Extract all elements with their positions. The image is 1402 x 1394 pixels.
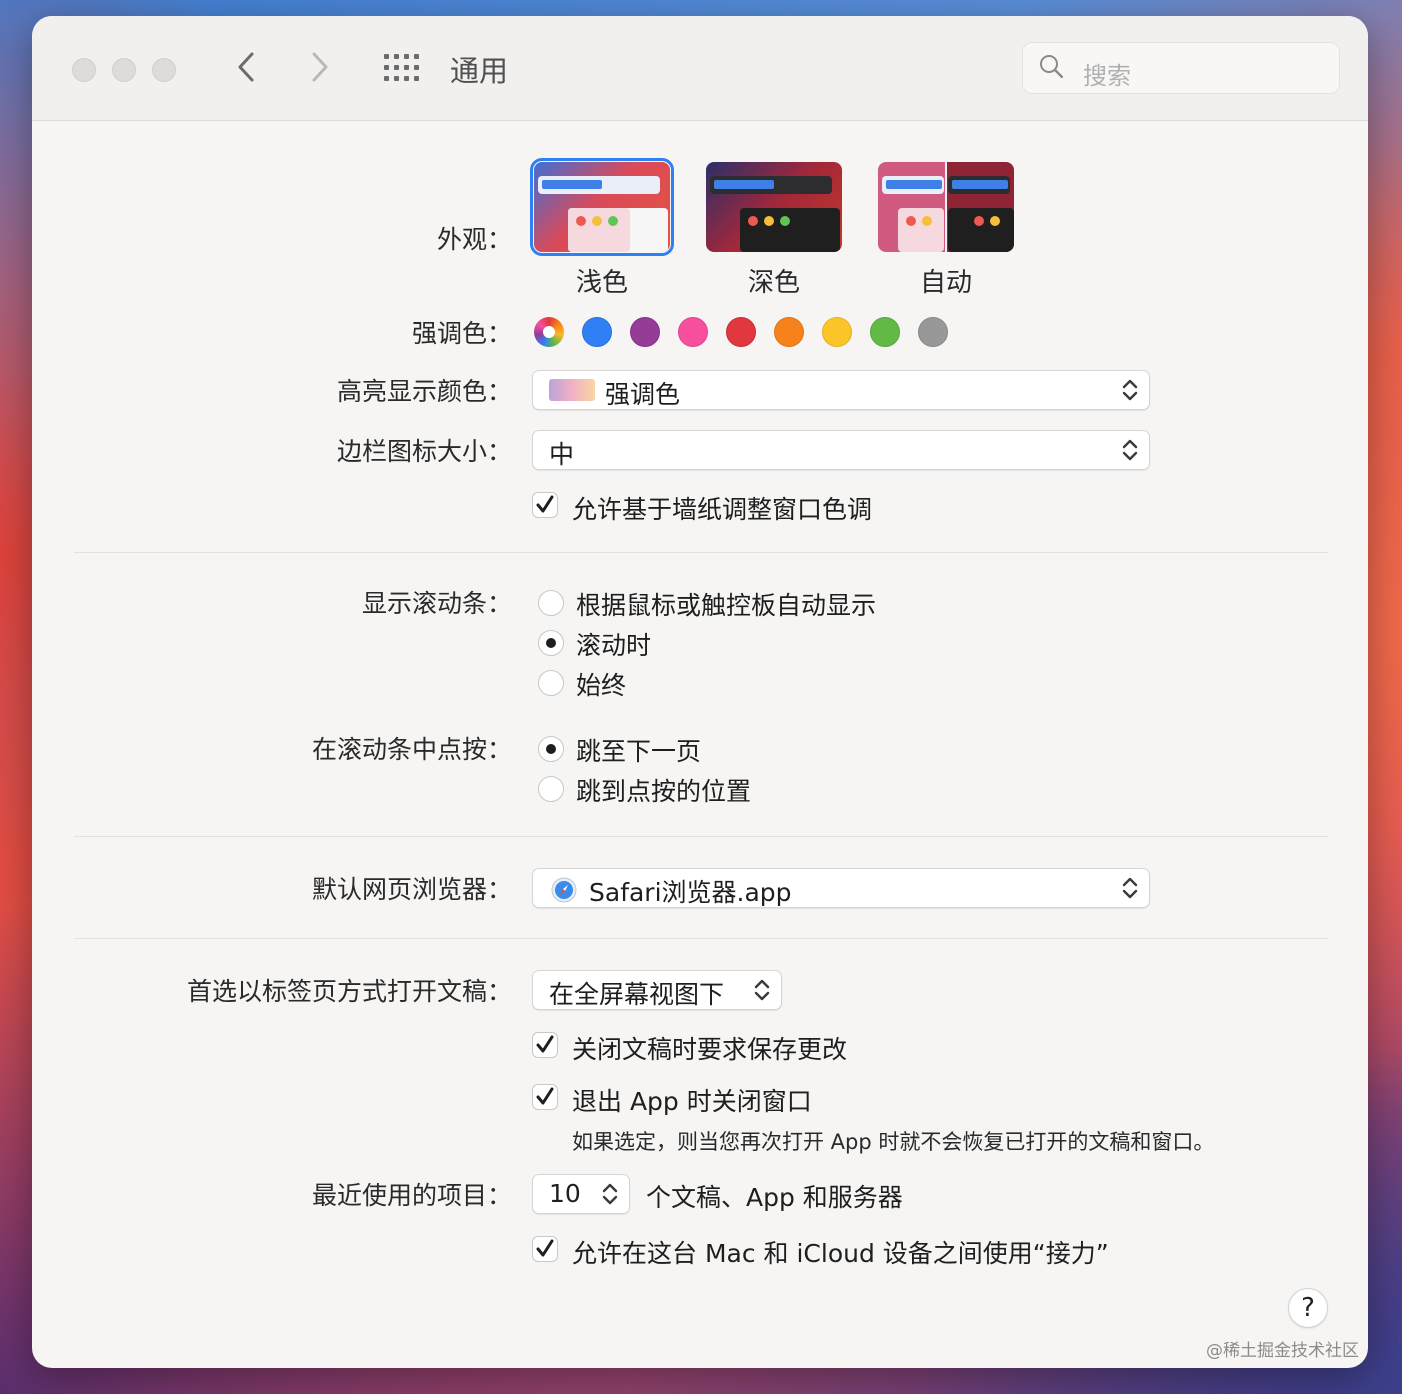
accent-color-label: 强调色： xyxy=(411,319,512,348)
prefer-tabs-label: 首选以标签页方式打开文稿： xyxy=(186,977,512,1006)
appearance-auto-option[interactable] xyxy=(878,162,1014,252)
highlight-color-value: 强调色 xyxy=(605,380,681,409)
accent-green-swatch[interactable] xyxy=(870,317,900,347)
recent-items-suffix: 个文稿、App 和服务器 xyxy=(646,1183,903,1212)
handoff-checkbox[interactable] xyxy=(532,1236,558,1262)
chevron-up-down-icon xyxy=(754,979,770,1001)
sidebar-icon-size-label: 边栏图标大小： xyxy=(336,437,512,466)
scroll-bars-always-radio[interactable] xyxy=(538,670,564,696)
chevron-up-down-icon xyxy=(1122,379,1138,401)
appearance-dark-label: 深色 xyxy=(747,268,800,298)
checkmark-icon xyxy=(536,495,554,513)
ask-keep-changes-checkbox[interactable] xyxy=(532,1032,558,1058)
accent-yellow-swatch[interactable] xyxy=(822,317,852,347)
jump-next-page-radio[interactable] xyxy=(538,736,564,762)
show-all-grid-icon[interactable] xyxy=(384,54,420,82)
appearance-light-label: 浅色 xyxy=(575,268,628,298)
accent-blue-swatch[interactable] xyxy=(582,317,612,347)
watermark: @稀土掘金技术社区 xyxy=(1206,1341,1359,1361)
section-divider xyxy=(74,552,1328,553)
jump-to-spot-radio[interactable] xyxy=(538,776,564,802)
zoom-window-button[interactable] xyxy=(152,58,176,82)
wallpaper-tinting-checkbox[interactable] xyxy=(532,492,558,518)
default-browser-value: Safari浏览器.app xyxy=(589,878,792,907)
section-divider xyxy=(74,938,1328,939)
search-icon xyxy=(1040,55,1063,78)
sidebar-icon-size-value: 中 xyxy=(549,440,575,469)
jump-next-page-label: 跳至下一页 xyxy=(576,737,702,766)
accent-red-swatch[interactable] xyxy=(726,317,756,347)
show-scroll-bars-label: 显示滚动条： xyxy=(361,589,512,618)
appearance-label: 外观： xyxy=(436,225,512,254)
prefer-tabs-popup[interactable]: 在全屏幕视图下 xyxy=(532,970,782,1010)
chevron-up-down-icon xyxy=(1122,439,1138,461)
recent-items-popup[interactable]: 10 xyxy=(532,1174,630,1214)
scroll-bars-when-scrolling-radio[interactable] xyxy=(538,630,564,656)
minimize-window-button[interactable] xyxy=(112,58,136,82)
recent-items-label: 最近使用的项目： xyxy=(311,1181,512,1210)
prefer-tabs-value: 在全屏幕视图下 xyxy=(549,980,725,1009)
handoff-label: 允许在这台 Mac 和 iCloud 设备之间使用“接力” xyxy=(572,1239,1109,1268)
safari-compass-icon xyxy=(551,877,577,903)
close-window-button[interactable] xyxy=(72,58,96,82)
appearance-auto-label: 自动 xyxy=(919,268,972,298)
window-title: 通用 xyxy=(450,54,509,88)
accent-orange-swatch[interactable] xyxy=(774,317,804,347)
chevron-left-icon xyxy=(238,52,254,82)
highlight-color-popup[interactable]: 强调色 xyxy=(532,370,1150,410)
default-browser-popup[interactable]: Safari浏览器.app xyxy=(532,868,1150,908)
click-scroll-bar-label: 在滚动条中点按： xyxy=(311,735,512,764)
highlight-color-swatch xyxy=(549,379,595,401)
scroll-bars-always-label: 始终 xyxy=(576,671,627,700)
appearance-light-option[interactable] xyxy=(530,158,674,256)
accent-graphite-swatch[interactable] xyxy=(918,317,948,347)
recent-items-value: 10 xyxy=(549,1179,581,1208)
default-browser-label: 默认网页浏览器： xyxy=(311,875,512,904)
search-placeholder: 搜索 xyxy=(1083,62,1131,90)
checkmark-icon xyxy=(536,1035,554,1053)
wallpaper-tinting-label: 允许基于墙纸调整窗口色调 xyxy=(572,495,873,524)
chevron-right-icon xyxy=(312,52,328,82)
chevron-up-down-icon xyxy=(602,1183,618,1205)
forward-button[interactable] xyxy=(310,50,330,91)
scroll-bars-automatic-radio[interactable] xyxy=(538,590,564,616)
chevron-up-down-icon xyxy=(1122,877,1138,899)
scroll-bars-automatic-label: 根据鼠标或触控板自动显示 xyxy=(576,591,877,620)
appearance-dark-option[interactable] xyxy=(706,162,842,252)
jump-to-spot-label: 跳到点按的位置 xyxy=(576,777,752,806)
toolbar: 通用 搜索 xyxy=(32,16,1368,121)
accent-pink-swatch[interactable] xyxy=(678,317,708,347)
ask-keep-changes-label: 关闭文稿时要求保存更改 xyxy=(572,1035,848,1064)
accent-multicolor-swatch[interactable] xyxy=(534,317,564,347)
sidebar-icon-size-popup[interactable]: 中 xyxy=(532,430,1150,470)
section-divider xyxy=(74,836,1328,837)
checkmark-icon xyxy=(536,1239,554,1257)
scroll-bars-when-scrolling-label: 滚动时 xyxy=(576,631,652,660)
checkmark-icon xyxy=(536,1087,554,1105)
highlight-color-label: 高亮显示颜色： xyxy=(336,377,512,406)
help-button[interactable]: ? xyxy=(1288,1288,1328,1328)
back-button[interactable] xyxy=(236,50,256,91)
preferences-window: 通用 搜索 外观： 浅色 深色 自动 强调色： 高亮显示颜色： 强调色 边栏图标… xyxy=(32,16,1368,1368)
search-field[interactable]: 搜索 xyxy=(1022,42,1340,94)
close-windows-note: 如果选定，则当您再次打开 App 时就不会恢复已打开的文稿和窗口。 xyxy=(572,1130,1215,1154)
accent-purple-swatch[interactable] xyxy=(630,317,660,347)
close-windows-checkbox[interactable] xyxy=(532,1084,558,1110)
close-windows-label: 退出 App 时关闭窗口 xyxy=(572,1087,812,1116)
